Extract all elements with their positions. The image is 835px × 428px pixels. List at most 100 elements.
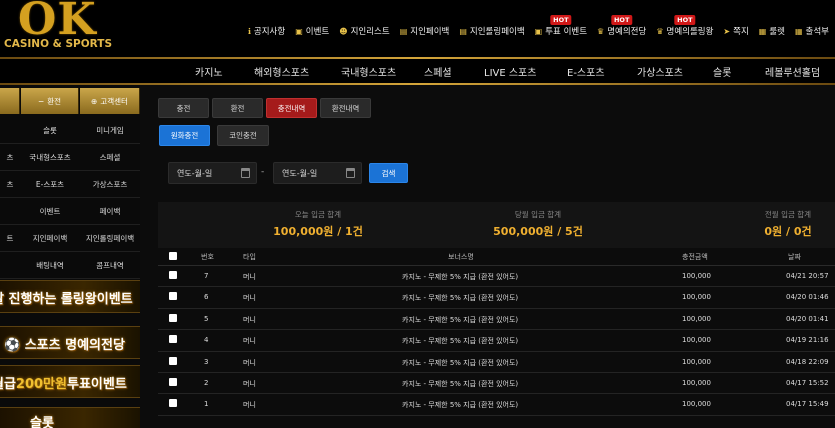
topnav-label: 출석부 <box>805 27 829 37</box>
tab-deposit-history[interactable]: 충전내역 <box>266 98 317 118</box>
main-nav-item[interactable]: 스페셜 <box>424 64 452 79</box>
col-bonus: 보너스명 <box>448 253 474 261</box>
sidebar-menu-item[interactable]: 이벤트 <box>21 198 79 224</box>
banner-sports-hall-of-fame[interactable]: ⚽ 스포츠 명예의전당 <box>0 326 140 359</box>
cell-no: 5 <box>204 314 209 323</box>
topnav-item[interactable]: ☻ 지인리스트 <box>339 25 389 38</box>
sidebar-menu-item[interactable]: 페이백 <box>80 198 140 224</box>
cell-amount: 100,000 <box>682 336 711 345</box>
subtab-krw-deposit[interactable]: 원화충전 <box>159 125 210 146</box>
deposit-summary: 오늘 입금 합계 100,000원 / 1건 당월 입금 합계 500,000원… <box>158 202 835 248</box>
calendar-icon: ▦ <box>794 26 803 36</box>
tab-withdraw[interactable]: 환전 <box>212 98 263 118</box>
sidebar-menu-item[interactable]: 슬롯 <box>21 117 79 143</box>
sidebar-tab-support[interactable]: ⊕ 고객센터 <box>80 88 140 114</box>
banner-vote-event[interactable]: 월급200만원투표이벤트 <box>0 365 140 398</box>
hot-badge: HOT <box>610 15 633 25</box>
topnav-item[interactable]: ♛ 명예의전당 HOT <box>597 15 647 37</box>
date-to-input[interactable]: 연도-월-일 <box>273 162 362 184</box>
banner-text-highlight: 200만원 <box>15 377 67 392</box>
sidebar-menu-item[interactable]: 트 <box>0 225 20 251</box>
topnav-item[interactable]: ▤ 지인페이백 <box>399 25 450 38</box>
sidebar-menu-item[interactable] <box>0 117 20 143</box>
subtab-coin-deposit[interactable]: 코인충전 <box>217 125 269 146</box>
summary-label: 오늘 입금 합계 <box>294 210 342 219</box>
main-nav-item[interactable]: 레볼루션홀덤 <box>765 64 820 79</box>
topnav-item[interactable]: ℹ 공지사항 <box>248 25 285 38</box>
sidebar-menu-item[interactable]: 배팅내역 <box>21 252 79 278</box>
sidebar-menu-item[interactable] <box>0 252 20 278</box>
main-nav-item[interactable]: 카지노 <box>195 64 223 79</box>
cell-no: 4 <box>204 336 209 345</box>
banner-rolling-event[interactable]: 달 진행하는 롤링왕이벤트 <box>0 280 140 313</box>
gift-icon: ▣ <box>534 26 543 36</box>
main-nav-item[interactable]: 슬롯 <box>713 64 731 79</box>
cell-type: 머니 <box>243 273 256 281</box>
sidebar-menu-item[interactable]: 국내형스포츠 <box>21 144 79 170</box>
summary-value: 0원 / 0건 <box>764 225 812 238</box>
sidebar-menu-item[interactable]: 스페셜 <box>80 144 140 170</box>
topnav-item[interactable]: ▣ 투표 이벤트 HOT <box>534 15 587 37</box>
cell-bonus: 카지노 - 무제한 5% 지급 (환전 있어도) <box>402 401 519 410</box>
sidebar-tab-partial[interactable] <box>0 88 20 114</box>
row-checkbox[interactable] <box>169 271 177 279</box>
cell-type: 머니 <box>243 401 256 410</box>
row-checkbox[interactable] <box>169 313 177 322</box>
select-all-checkbox[interactable] <box>169 252 177 260</box>
row-checkbox[interactable] <box>169 335 177 344</box>
sidebar-menu-item[interactable] <box>0 198 20 224</box>
sidebar-tab-withdraw[interactable]: − 환전 <box>21 88 79 114</box>
row-checkbox[interactable] <box>169 356 177 365</box>
row-checkbox[interactable] <box>169 399 177 408</box>
col-type: 타입 <box>243 253 256 261</box>
calendar-icon[interactable] <box>241 168 250 178</box>
row-checkbox[interactable] <box>169 377 177 386</box>
cell-amount: 100,000 <box>682 272 711 280</box>
sidebar-menu-grid: 슬롯 미니게임 츠 국내형스포츠 스페셜 츠 E-스포츠 가상스포츠 이벤트 페이백 트 지인페이백 지… <box>0 117 140 279</box>
site-logo[interactable]: OK CASINO & SPORTS <box>4 0 114 55</box>
main-nav-item[interactable]: 해외형스포츠 <box>254 64 309 79</box>
topnav-item[interactable]: ▦ 룰렛 <box>759 25 785 38</box>
banner-slot[interactable]: 슬롯 <box>0 407 140 428</box>
sidebar-menu-item[interactable]: 콤프내역 <box>80 252 140 278</box>
cell-no: 2 <box>204 378 209 387</box>
main-nav-item[interactable]: 가상스포츠 <box>637 64 683 79</box>
sidebar-menu-item[interactable]: 츠 <box>0 144 20 170</box>
topnav-item[interactable]: ▦ 출석부 <box>794 25 829 38</box>
topnav-item[interactable]: ▣ 이벤트 <box>295 25 329 38</box>
tab-withdraw-history[interactable]: 환전내역 <box>320 98 371 118</box>
topnav-item[interactable]: ♛ 명예의롤링왕 HOT <box>656 15 713 37</box>
sidebar-menu-row: 슬롯 미니게임 <box>0 117 140 144</box>
tab-deposit[interactable]: 충전 <box>158 98 209 118</box>
calendar-icon[interactable] <box>346 168 355 178</box>
doc-icon: ▤ <box>399 26 408 36</box>
sidebar-menu-item[interactable]: 가상스포츠 <box>80 171 140 197</box>
sidebar-menu-row: 츠 E-스포츠 가상스포츠 <box>0 171 140 198</box>
topnav-item[interactable]: ➤ 쪽지 <box>723 25 748 38</box>
cell-date: 04/20 01:46 <box>786 293 829 302</box>
sidebar-menu-item[interactable]: 지인페이백 <box>21 225 79 251</box>
search-button[interactable]: 검색 <box>369 163 408 183</box>
row-checkbox[interactable] <box>169 292 177 301</box>
cell-bonus: 카지노 - 무제한 5% 지급 (환전 있어도) <box>402 358 519 367</box>
banner-text-end: 투표이벤트 <box>66 377 127 392</box>
sidebar-menu-item[interactable]: 미니게임 <box>80 117 140 143</box>
cell-date: 04/17 15:52 <box>786 378 829 387</box>
table-row: 1 머니 카지노 - 무제한 5% 지급 (환전 있어도) 100,000 04/17 … <box>158 394 835 416</box>
main-nav-item[interactable]: E-스포츠 <box>567 64 605 79</box>
date-from-input[interactable]: 연도-월-일 <box>168 162 257 184</box>
cell-bonus: 카지노 - 무제한 5% 지급 (환전 있어도) <box>402 337 519 346</box>
col-no: 번호 <box>201 253 214 261</box>
sidebar-menu-item[interactable]: E-스포츠 <box>21 171 79 197</box>
sidebar-menu-item[interactable]: 지인롤링페이백 <box>80 225 140 251</box>
topnav-item[interactable]: ▤ 지인롤링페이백 <box>459 25 524 38</box>
topnav-label: 명예의전당 <box>607 27 647 37</box>
sidebar-menu-row: 트 지인페이백 지인롤링페이백 <box>0 225 140 252</box>
cell-type: 머니 <box>243 294 256 303</box>
main-nav-item[interactable]: 국내형스포츠 <box>341 64 396 79</box>
trophy-icon: ♛ <box>656 26 664 36</box>
cell-bonus: 카지노 - 무제한 5% 지급 (환전 있어도) <box>402 273 519 281</box>
main-nav-item[interactable]: LIVE 스포츠 <box>484 64 536 79</box>
sidebar-menu-item[interactable]: 츠 <box>0 171 20 197</box>
summary-label: 당월 입금 합계 <box>514 210 562 219</box>
